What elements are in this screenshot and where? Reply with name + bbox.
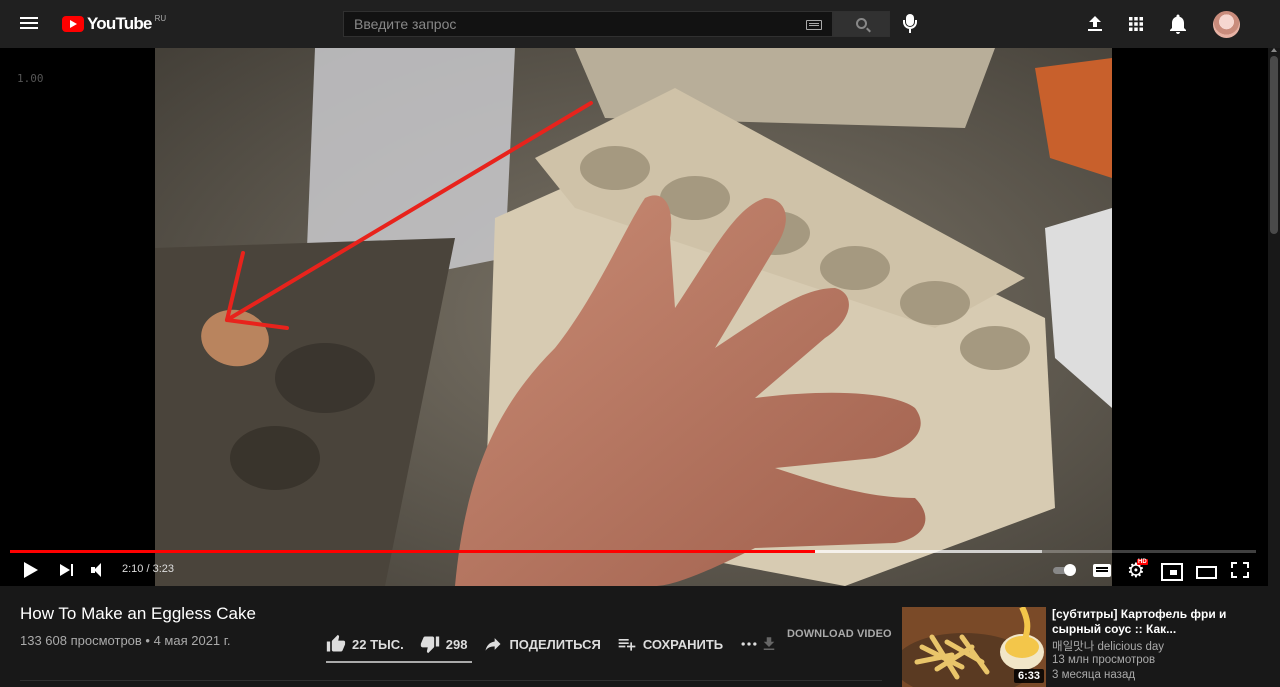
dislike-button[interactable]: 298 [420,634,468,654]
download-icon[interactable] [760,635,778,653]
logo-text: YouTube [87,14,152,33]
dislike-count: 298 [445,636,468,652]
progress-played [10,550,815,553]
video-frame[interactable] [155,48,1112,586]
apps-grid-icon[interactable] [1124,12,1148,36]
save-button[interactable]: СОХРАНИТЬ [617,634,723,654]
search-box [343,11,833,37]
search-button[interactable] [833,11,890,37]
scrollbar-thumb[interactable] [1270,56,1278,234]
bell-icon[interactable] [1166,12,1190,36]
theater-mode-icon[interactable] [1194,559,1217,581]
logo-region: RU [154,14,167,23]
more-horiz-icon [741,642,757,646]
save-label: СОХРАНИТЬ [642,636,724,652]
youtube-play-icon [62,16,84,32]
recommended-video[interactable]: 6:33 [субтитры] Картофель фри и сырный с… [902,607,1262,687]
microphone-icon[interactable] [903,14,917,34]
like-count: 22 ТЫС. [352,636,404,652]
share-button[interactable]: ПОДЕЛИТЬСЯ [483,634,601,654]
thumbs-up-icon [326,634,346,652]
video-actions: 22 ТЫС. 298 ПОДЕЛИТЬСЯ СОХРАНИТЬ [326,626,781,662]
masthead: YouTube RU [0,0,1280,48]
search-icon [856,18,867,29]
playlist-add-icon [618,639,636,651]
time-display: 2:10 / 3:23 [122,563,174,575]
play-icon[interactable] [20,559,42,581]
divider [20,680,882,681]
hd-badge: HD [1137,559,1148,565]
volume-icon[interactable] [88,559,110,581]
sentiment-bar [326,661,472,663]
fullscreen-icon[interactable] [1229,559,1251,581]
video-duration: 6:33 [1014,669,1045,683]
like-button[interactable]: 22 ТЫС. [326,634,404,654]
avatar[interactable] [1213,11,1240,38]
thumbs-down-icon [420,636,439,654]
view-count-date: 133 608 просмотров • 4 мая 2021 г. [20,633,231,648]
search-input[interactable] [344,12,784,36]
youtube-logo[interactable]: YouTube RU [62,13,166,35]
scroll-up-icon[interactable] [1271,48,1277,52]
download-video-button[interactable]: DOWNLOAD VIDEO [787,628,892,640]
video-frame-image [155,48,1112,586]
video-player[interactable]: 1.00 2:10 / 3:23 ⚙ HD [0,48,1268,586]
keyboard-icon[interactable] [806,20,822,30]
recommended-views: 13 млн просмотров [1052,654,1156,666]
miniplayer-icon[interactable] [1160,559,1183,581]
share-label: ПОДЕЛИТЬСЯ [509,636,601,652]
upload-icon[interactable] [1083,12,1107,36]
autoplay-toggle-icon[interactable] [1052,559,1078,581]
video-title: How To Make an Eggless Cake [20,604,256,623]
recommended-age: 3 месяца назад [1052,669,1136,681]
subtitles-icon[interactable] [1092,559,1114,581]
recommended-channel[interactable]: 매일맛나 delicious day [1052,638,1164,654]
share-arrow-icon [485,638,501,651]
page-scrollbar[interactable] [1268,48,1280,683]
recommended-title[interactable]: [субтитры] Картофель фри и сырный соус :… [1052,607,1242,637]
menu-icon[interactable] [20,14,40,34]
next-icon[interactable] [57,559,79,581]
progress-bar[interactable] [10,550,1256,553]
recommended-thumbnail[interactable]: 6:33 [902,607,1046,687]
playback-speed-overlay: 1.00 [17,72,44,85]
